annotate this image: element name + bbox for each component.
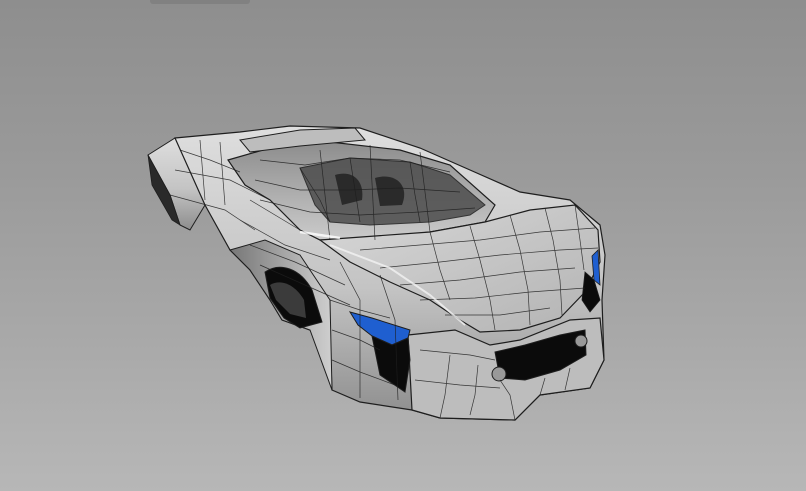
fog-light-right: [574, 334, 588, 348]
fog-light-left: [491, 366, 507, 382]
car-wireframe-model[interactable]: [0, 0, 806, 491]
3d-viewport[interactable]: [0, 0, 806, 491]
